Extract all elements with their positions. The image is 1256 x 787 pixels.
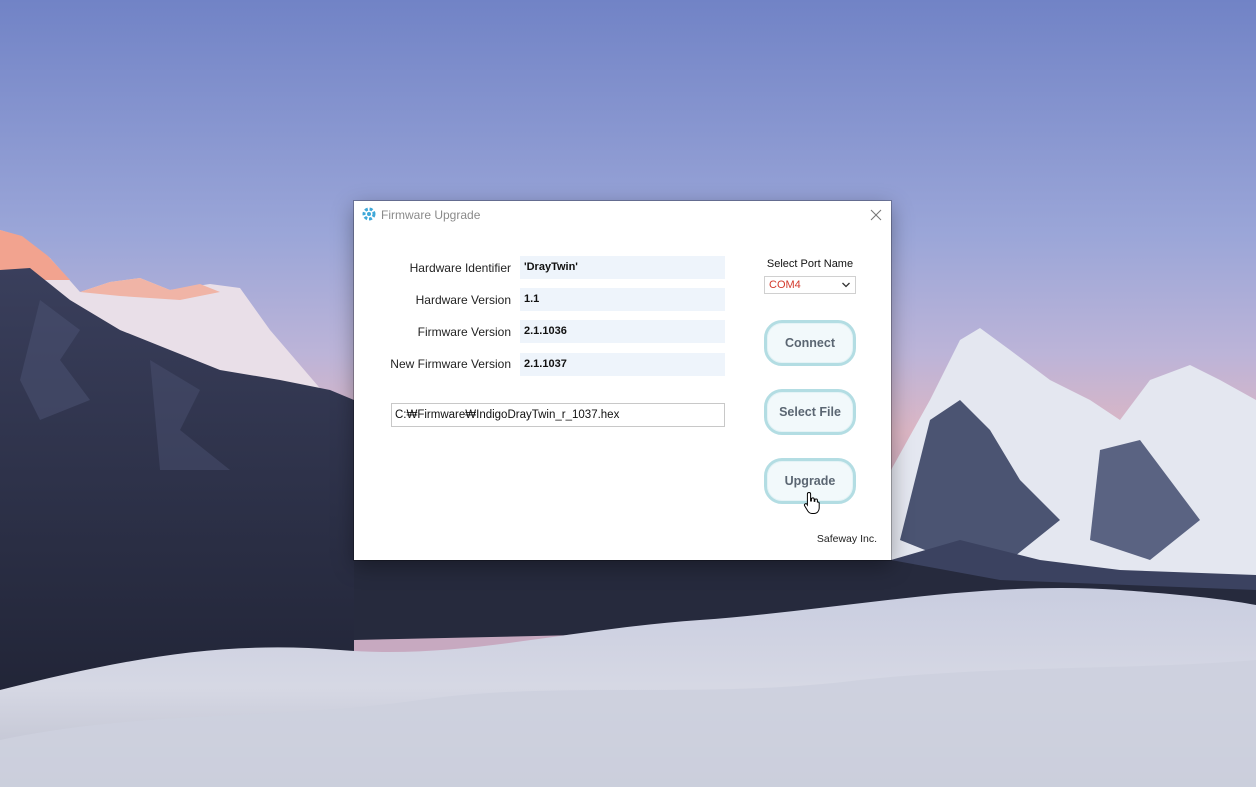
desktop-background: Firmware Upgrade Hardware Identifier 'Dr…	[0, 0, 1256, 787]
hardware-identifier-value: 'DrayTwin'	[520, 256, 725, 279]
hardware-version-value: 1.1	[520, 288, 725, 311]
connect-button[interactable]: Connect	[764, 320, 856, 366]
firmware-version-label: Firmware Version	[417, 325, 511, 339]
new-firmware-version-value: 2.1.1037	[520, 353, 725, 376]
window-title: Firmware Upgrade	[381, 208, 481, 222]
chevron-down-icon	[842, 282, 850, 288]
gear-icon	[362, 207, 376, 221]
close-icon	[870, 209, 882, 221]
close-button[interactable]	[865, 205, 887, 225]
company-name: Safeway Inc.	[816, 533, 877, 545]
select-file-button[interactable]: Select File	[764, 389, 856, 435]
file-path-input[interactable]	[391, 403, 725, 427]
firmware-upgrade-window: Firmware Upgrade Hardware Identifier 'Dr…	[354, 201, 891, 560]
new-firmware-version-label: New Firmware Version	[390, 357, 511, 371]
port-name-label: Select Port Name	[766, 258, 854, 270]
hardware-identifier-label: Hardware Identifier	[409, 261, 511, 275]
port-select[interactable]: COM4	[764, 276, 856, 294]
upgrade-button[interactable]: Upgrade	[764, 458, 856, 504]
title-bar[interactable]: Firmware Upgrade	[354, 201, 891, 229]
hardware-version-label: Hardware Version	[415, 293, 511, 307]
firmware-version-value: 2.1.1036	[520, 320, 725, 343]
port-selected-value: COM4	[769, 279, 801, 291]
